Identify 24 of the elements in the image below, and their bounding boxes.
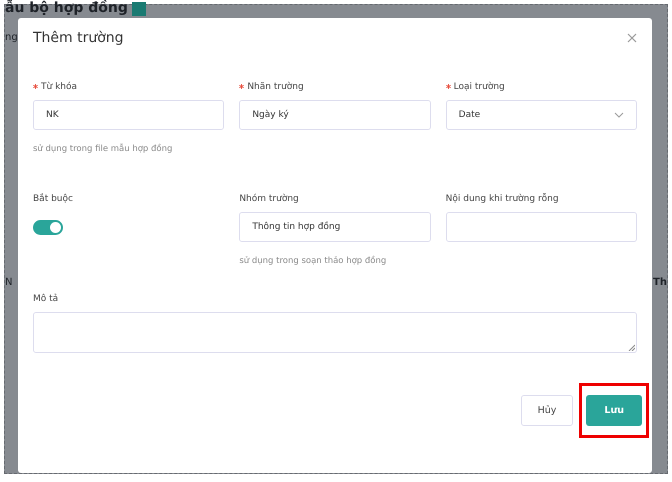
field-label: Nội dung khi trường rỗng [446,194,559,204]
input-field[interactable]: Thông tin hợp đồng [239,212,431,242]
field-label: Từ khóa [41,82,77,92]
resize-handle-icon[interactable] [628,344,635,351]
field-hint: sử dụng trong soạn thảo hợp đồng [239,256,388,266]
field-hint: sử dụng trong file mẫu hợp đồng [33,144,174,154]
field-label: Mô tả [33,294,60,304]
square-icon [132,2,146,16]
cancel-button[interactable]: Hủy [520,395,574,426]
field-label: Nhóm trường [239,194,299,204]
field-label: Nhãn trường [247,82,304,92]
dialog-title: Thêm trường [33,30,124,46]
background-text: N [5,277,12,288]
background-text: ng [5,32,18,43]
input-field[interactable] [446,212,637,242]
background-text: Th [653,277,667,288]
input-field[interactable]: Ngày ký [239,100,431,130]
close-icon[interactable] [627,33,637,43]
select-field[interactable]: Date [446,100,637,130]
chevron-down-icon [614,112,624,118]
input-field[interactable]: NK [33,100,224,130]
toggle-switch[interactable] [33,220,63,234]
field-label: Loại trường [454,82,505,92]
field-label: Bắt buộc [33,194,73,204]
